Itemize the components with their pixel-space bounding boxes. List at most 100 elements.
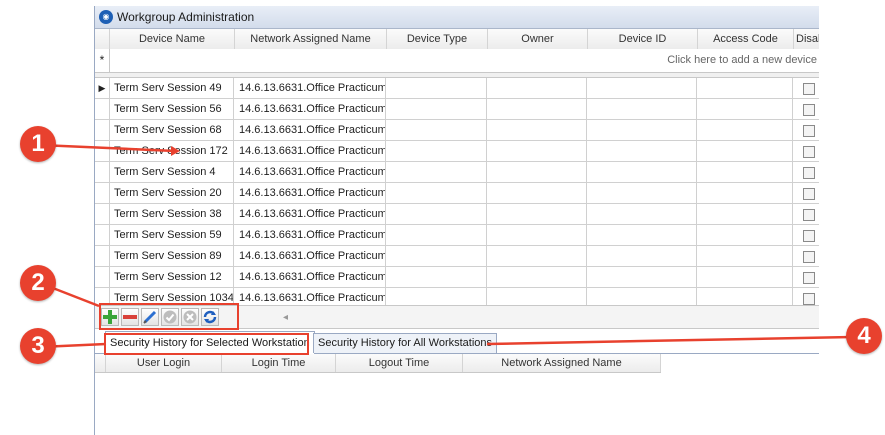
col-owner[interactable]: Owner: [488, 29, 588, 49]
cell-network-assigned-name[interactable]: 14.6.13.6631.Office Practicum: [235, 288, 386, 305]
cell-owner[interactable]: [488, 288, 587, 305]
cell-access-code[interactable]: [698, 120, 793, 140]
table-row[interactable]: Term Serv Session 172 14.6.13.6631.Office…: [95, 141, 819, 162]
table-row[interactable]: Term Serv Session 89 14.6.13.6631.Office …: [95, 246, 819, 267]
cell-device-type[interactable]: [387, 246, 487, 266]
cell-access-code[interactable]: [698, 225, 793, 245]
cell-device-type[interactable]: [387, 162, 487, 182]
disabled-checkbox[interactable]: [803, 188, 815, 200]
cell-device-name[interactable]: Term Serv Session 12: [110, 267, 234, 287]
cell-device-type[interactable]: [387, 225, 487, 245]
cell-access-code[interactable]: [698, 99, 793, 119]
table-row[interactable]: Term Serv Session 68 14.6.13.6631.Office …: [95, 120, 819, 141]
cell-device-id[interactable]: [588, 225, 697, 245]
cell-access-code[interactable]: [698, 141, 793, 161]
cell-device-name[interactable]: Term Serv Session 20: [110, 183, 234, 203]
disabled-checkbox[interactable]: [803, 230, 815, 242]
table-row[interactable]: Term Serv Session 12 14.6.13.6631.Office …: [95, 267, 819, 288]
cell-device-name[interactable]: Term Serv Session 56: [110, 99, 234, 119]
cell-device-id[interactable]: [588, 78, 697, 98]
col-logout-time[interactable]: Logout Time: [336, 354, 463, 372]
cell-device-id[interactable]: [588, 99, 697, 119]
cell-device-id[interactable]: [588, 288, 697, 305]
cell-device-type[interactable]: [387, 78, 487, 98]
table-row[interactable]: Term Serv Session 56 14.6.13.6631.Office …: [95, 99, 819, 120]
cell-device-id[interactable]: [588, 204, 697, 224]
cell-owner[interactable]: [488, 183, 587, 203]
cell-network-assigned-name[interactable]: 14.6.13.6631.Office Practicum: [235, 78, 386, 98]
cell-device-name[interactable]: Term Serv Session 172: [110, 141, 234, 161]
disabled-checkbox[interactable]: [803, 83, 815, 95]
cell-network-assigned-name[interactable]: 14.6.13.6631.Office Practicum: [235, 225, 386, 245]
disabled-checkbox[interactable]: [803, 251, 815, 263]
table-row[interactable]: Term Serv Session 4 14.6.13.6631.Office P…: [95, 162, 819, 183]
cell-device-name[interactable]: Term Serv Session 38: [110, 204, 234, 224]
cell-device-id[interactable]: [588, 246, 697, 266]
cell-device-id[interactable]: [588, 120, 697, 140]
cell-device-id[interactable]: [588, 267, 697, 287]
table-row[interactable]: ▶ Term Serv Session 49 14.6.13.6631.Office…: [95, 78, 819, 99]
col-network-assigned-name[interactable]: Network Assigned Name: [463, 354, 661, 372]
cell-access-code[interactable]: [698, 267, 793, 287]
cell-owner[interactable]: [488, 246, 587, 266]
new-device-row[interactable]: * Click here to add a new device: [95, 49, 819, 73]
col-device-id[interactable]: Device ID: [588, 29, 698, 49]
cell-access-code[interactable]: [698, 246, 793, 266]
col-disabled[interactable]: Disab: [794, 29, 819, 49]
cell-device-id[interactable]: [588, 162, 697, 182]
cell-owner[interactable]: [488, 120, 587, 140]
col-login-time[interactable]: Login Time: [222, 354, 336, 372]
cell-network-assigned-name[interactable]: 14.6.13.6631.Office Practicum: [235, 162, 386, 182]
table-row[interactable]: Term Serv Session 59 14.6.13.6631.Office …: [95, 225, 819, 246]
cell-network-assigned-name[interactable]: 14.6.13.6631.Office Practicum: [235, 204, 386, 224]
tab-all-workstations[interactable]: Security History for All Workstations: [313, 333, 498, 353]
cell-device-type[interactable]: [387, 141, 487, 161]
cell-network-assigned-name[interactable]: 14.6.13.6631.Office Practicum: [235, 183, 386, 203]
cell-device-name[interactable]: Term Serv Session 89: [110, 246, 234, 266]
disabled-checkbox[interactable]: [803, 272, 815, 284]
table-row[interactable]: Term Serv Session 38 14.6.13.6631.Office …: [95, 204, 819, 225]
cell-owner[interactable]: [488, 78, 587, 98]
cell-device-type[interactable]: [387, 204, 487, 224]
col-user-login[interactable]: User Login: [106, 354, 222, 372]
cell-device-type[interactable]: [387, 120, 487, 140]
col-network-assigned-name[interactable]: Network Assigned Name: [235, 29, 387, 49]
new-row-text[interactable]: Click here to add a new device: [667, 54, 817, 66]
cell-device-id[interactable]: [588, 183, 697, 203]
cell-device-type[interactable]: [387, 288, 487, 305]
cell-device-type[interactable]: [387, 183, 487, 203]
disabled-checkbox[interactable]: [803, 167, 815, 179]
cell-device-type[interactable]: [387, 267, 487, 287]
cell-device-type[interactable]: [387, 99, 487, 119]
col-access-code[interactable]: Access Code: [698, 29, 794, 49]
cell-owner[interactable]: [488, 225, 587, 245]
cell-network-assigned-name[interactable]: 14.6.13.6631.Office Practicum: [235, 120, 386, 140]
cell-access-code[interactable]: [698, 183, 793, 203]
col-device-type[interactable]: Device Type: [387, 29, 488, 49]
disabled-checkbox[interactable]: [803, 293, 815, 305]
scroll-left-arrow[interactable]: ◂: [283, 312, 288, 323]
cell-owner[interactable]: [488, 141, 587, 161]
cell-device-name[interactable]: Term Serv Session 4: [110, 162, 234, 182]
cell-network-assigned-name[interactable]: 14.6.13.6631.Office Practicum: [235, 99, 386, 119]
cell-device-name[interactable]: Term Serv Session 59: [110, 225, 234, 245]
cell-access-code[interactable]: [698, 204, 793, 224]
cell-owner[interactable]: [488, 267, 587, 287]
cell-owner[interactable]: [488, 99, 587, 119]
cell-device-name[interactable]: Term Serv Session 49: [110, 78, 234, 98]
table-row[interactable]: Term Serv Session 20 14.6.13.6631.Office …: [95, 183, 819, 204]
cell-owner[interactable]: [488, 204, 587, 224]
cell-access-code[interactable]: [698, 162, 793, 182]
cell-network-assigned-name[interactable]: 14.6.13.6631.Office Practicum: [235, 246, 386, 266]
disabled-checkbox[interactable]: [803, 146, 815, 158]
disabled-checkbox[interactable]: [803, 209, 815, 221]
cell-access-code[interactable]: [698, 78, 793, 98]
disabled-checkbox[interactable]: [803, 125, 815, 137]
col-device-name[interactable]: Device Name: [110, 29, 235, 49]
cell-device-id[interactable]: [588, 141, 697, 161]
cell-device-name[interactable]: Term Serv Session 68: [110, 120, 234, 140]
cell-owner[interactable]: [488, 162, 587, 182]
disabled-checkbox[interactable]: [803, 104, 815, 116]
cell-network-assigned-name[interactable]: 14.6.13.6631.Office Practicum: [235, 267, 386, 287]
cell-access-code[interactable]: [698, 288, 793, 305]
